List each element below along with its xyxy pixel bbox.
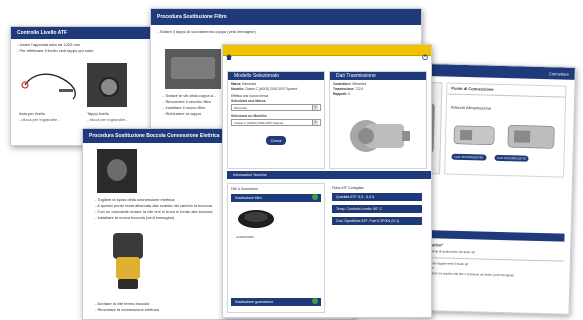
plug-photo[interactable] xyxy=(87,63,127,107)
marca-select[interactable]: Mercedes ▾ xyxy=(231,104,321,111)
section-title: Informazioni Tecniche xyxy=(233,173,267,177)
part-code-button[interactable]: Cod. 0570300118785 xyxy=(451,153,487,161)
rapporti-value: 5 xyxy=(348,92,350,96)
filter-pan-photo[interactable] xyxy=(165,49,221,89)
panel-title: Fluido ATF Consigliato xyxy=(332,186,364,190)
select-modello-label: Seleziona un Modello xyxy=(231,114,267,118)
part-code: A1402700098 xyxy=(236,235,254,239)
transmission-image xyxy=(350,120,410,152)
costruttore-label: Costruttore: xyxy=(333,82,352,86)
info-section-header: Informazioni Tecniche xyxy=(227,171,431,179)
panel-header: Modello Selezionato xyxy=(228,72,324,80)
chevron-down-icon: ▾ xyxy=(312,120,318,125)
top-toolbar xyxy=(223,45,431,61)
tab-title[interactable]: Connettore xyxy=(549,71,569,77)
panel-title: Filtri & Guarnizione xyxy=(231,187,259,191)
select-marca-label: Seleziona una Marca xyxy=(231,99,266,103)
card-header: Procedura Sostituzione Filtro xyxy=(151,9,421,25)
filter-item[interactable]: Sostituzione filtro xyxy=(231,194,321,202)
chevron-down-icon: ▾ xyxy=(312,105,318,110)
image-caption-link[interactable]: - clicca per ingrandire - xyxy=(87,117,147,123)
selected-model-panel: Modello Selezionato Marca: Mercedes Mode… xyxy=(227,71,325,169)
panel-title: Modello Selezionato xyxy=(234,73,280,79)
transmission-data-panel: Dati Trasmissione Costruttore: Mercedes … xyxy=(329,71,427,169)
step-item: - Richiudere la coppa xyxy=(163,111,201,116)
bushing-photo[interactable] xyxy=(105,229,151,295)
electrical-connector-photo[interactable] xyxy=(97,149,137,193)
card-main-app: Modello Selezionato Marca: Mercedes Mode… xyxy=(222,44,432,318)
part-code-button[interactable]: Cod. 0570300118770 xyxy=(494,154,529,162)
gasket-item[interactable]: Sostituzione guarnizione xyxy=(231,298,321,306)
fluid-panel: Fluido ATF Consigliato Quantità ATF: 5,5… xyxy=(329,183,425,311)
card-title: Procedura Sostituzione Boccola Connessio… xyxy=(89,133,220,139)
connector-caption: Attacchi Alimentazione xyxy=(450,104,492,111)
card-header: Controllo Livello ATF xyxy=(11,27,161,39)
marca-select-value: Mercedes xyxy=(234,105,248,110)
filter-part-image[interactable] xyxy=(236,206,276,232)
costruttore-value: Mercedes xyxy=(352,82,367,86)
card-title: Procedura Sostituzione Filtro xyxy=(157,14,227,20)
connector-images[interactable] xyxy=(452,120,559,153)
modello-select[interactable]: Classe C (W203) 2000-2007 Spaced ▾ xyxy=(231,119,321,126)
trasmissione-label: Trasmissione: xyxy=(333,87,355,91)
filters-panel: Filtri & Guarnizione Sostituzione filtro… xyxy=(227,183,325,313)
image-caption-link[interactable]: - clicca per ingrandire - xyxy=(19,117,79,123)
trasmissione-value: 722.6 xyxy=(355,87,364,91)
modello-select-value: Classe C (W203) 2000-2007 Spaced xyxy=(234,120,284,125)
panel-header: Dati Trasmissione xyxy=(330,72,426,80)
fluid-row: Temp. Controllo Livello: 80° C xyxy=(332,205,422,213)
dipstick-image[interactable] xyxy=(19,65,81,107)
modello-label: Modello: xyxy=(231,87,245,91)
check-icon xyxy=(312,298,318,304)
instruction-line: - Svitare il tappo di svuotamento coppa … xyxy=(157,29,256,34)
card-title: Controllo Livello ATF xyxy=(17,30,67,36)
fluid-row: Cod. Specifiche ATF: Fuel 9 ZF004 (H-1) xyxy=(332,217,422,225)
panel-title: Dati Trasmissione xyxy=(336,73,376,79)
fluid-row: Quantità ATF: 5,5 - 6,5 lt. xyxy=(332,193,422,201)
step-item: - Installare la nuova boccola (vedi imma… xyxy=(95,215,175,220)
search-button[interactable]: Cerca xyxy=(265,136,287,145)
modello-value: Classe C (W203) 2000-2007 Spaced xyxy=(245,87,298,91)
marca-label: Marca: xyxy=(231,82,242,86)
power-icon[interactable] xyxy=(422,47,428,61)
instruction-line: - Per effettuare il livello vedi tappo q… xyxy=(17,48,94,53)
home-icon[interactable] xyxy=(226,47,232,60)
marca-value: Mercedes xyxy=(242,82,257,86)
rapporti-label: Rapporti: xyxy=(333,92,348,96)
step-item: - Rimontare la connessione elettrica xyxy=(95,307,159,312)
check-icon xyxy=(312,194,318,200)
